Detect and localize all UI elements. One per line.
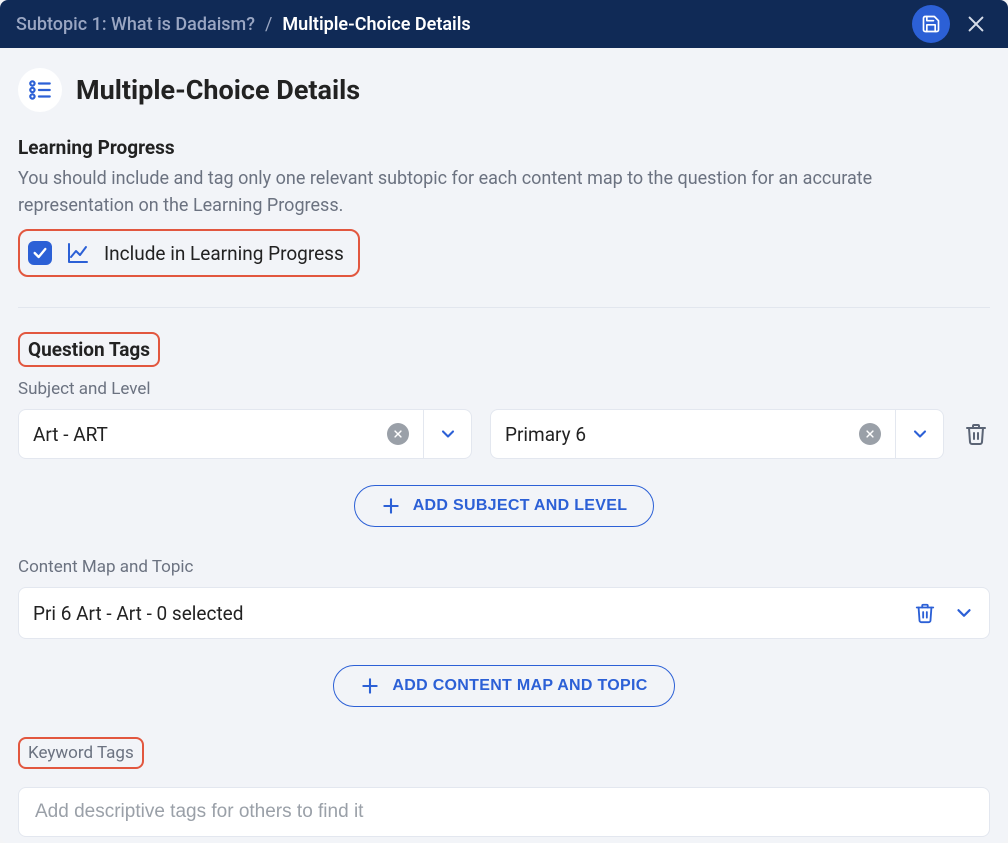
breadcrumb-current: Multiple-Choice Details <box>282 14 470 35</box>
subject-level-label: Subject and Level <box>18 379 990 399</box>
dialog-content: Multiple-Choice Details Learning Progres… <box>0 48 1008 843</box>
subject-level-row: Art - ART P <box>18 409 990 459</box>
x-icon <box>865 429 875 439</box>
question-tags-title: Question Tags <box>28 338 150 361</box>
learning-progress-section: Learning Progress You should include and… <box>18 136 990 297</box>
level-select[interactable]: Primary 6 <box>490 409 944 459</box>
close-icon <box>965 13 987 35</box>
content-map-dropdown-toggle[interactable] <box>953 602 975 624</box>
chart-line-icon <box>66 241 90 265</box>
save-icon <box>921 14 941 34</box>
include-learning-progress-row[interactable]: Include in Learning Progress <box>18 229 360 277</box>
add-content-map-label: ADD CONTENT MAP AND TOPIC <box>392 677 647 695</box>
plus-icon <box>360 676 380 696</box>
content-map-value: Pri 6 Art - Art - 0 selected <box>33 602 897 625</box>
close-button[interactable] <box>960 8 992 40</box>
titlebar: Subtopic 1: What is Dadaism? / Multiple-… <box>0 0 1008 48</box>
subject-value: Art - ART <box>33 423 379 446</box>
save-button[interactable] <box>912 5 950 43</box>
learning-progress-title: Learning Progress <box>18 136 990 159</box>
trash-icon <box>914 602 936 624</box>
keyword-tags-title: Keyword Tags <box>28 743 134 763</box>
delete-content-map-button[interactable] <box>911 599 939 627</box>
subject-select[interactable]: Art - ART <box>18 409 472 459</box>
x-icon <box>393 429 403 439</box>
keyword-tags-highlight: Keyword Tags <box>18 737 144 769</box>
subject-dropdown-toggle[interactable] <box>423 410 471 458</box>
clear-subject-button[interactable] <box>387 423 409 445</box>
question-tags-highlight: Question Tags <box>18 332 160 367</box>
add-content-map-button[interactable]: ADD CONTENT MAP AND TOPIC <box>333 665 674 707</box>
keyword-tags-input[interactable] <box>18 787 990 837</box>
level-dropdown-toggle[interactable] <box>895 410 943 458</box>
clear-level-button[interactable] <box>859 423 881 445</box>
dialog-window: Subtopic 1: What is Dadaism? / Multiple-… <box>0 0 1008 843</box>
chevron-down-icon <box>953 602 975 624</box>
plus-icon <box>381 496 401 516</box>
multiple-choice-icon <box>27 77 53 103</box>
include-learning-progress-label: Include in Learning Progress <box>104 242 344 265</box>
divider <box>18 307 990 308</box>
level-value: Primary 6 <box>505 423 851 446</box>
page-title: Multiple-Choice Details <box>76 74 360 106</box>
breadcrumb-parent[interactable]: Subtopic 1: What is Dadaism? <box>16 14 255 35</box>
add-subject-level-button[interactable]: ADD SUBJECT AND LEVEL <box>354 485 655 527</box>
breadcrumb-separator: / <box>265 14 272 35</box>
learning-progress-description: You should include and tag only one rele… <box>18 165 990 219</box>
include-learning-progress-checkbox[interactable] <box>28 241 52 265</box>
chevron-down-icon <box>438 424 458 444</box>
question-tags-section: Question Tags Subject and Level Art - AR… <box>18 332 990 707</box>
chevron-down-icon <box>910 424 930 444</box>
content-map-select[interactable]: Pri 6 Art - Art - 0 selected <box>18 587 990 639</box>
page-icon-wrap <box>18 68 62 112</box>
content-map-label: Content Map and Topic <box>18 557 990 577</box>
page-header: Multiple-Choice Details <box>18 68 990 112</box>
trash-icon <box>964 422 988 446</box>
keyword-tags-section: Keyword Tags <box>18 737 990 837</box>
check-icon <box>32 245 48 261</box>
delete-subject-level-button[interactable] <box>962 420 990 448</box>
add-subject-level-label: ADD SUBJECT AND LEVEL <box>413 497 628 515</box>
